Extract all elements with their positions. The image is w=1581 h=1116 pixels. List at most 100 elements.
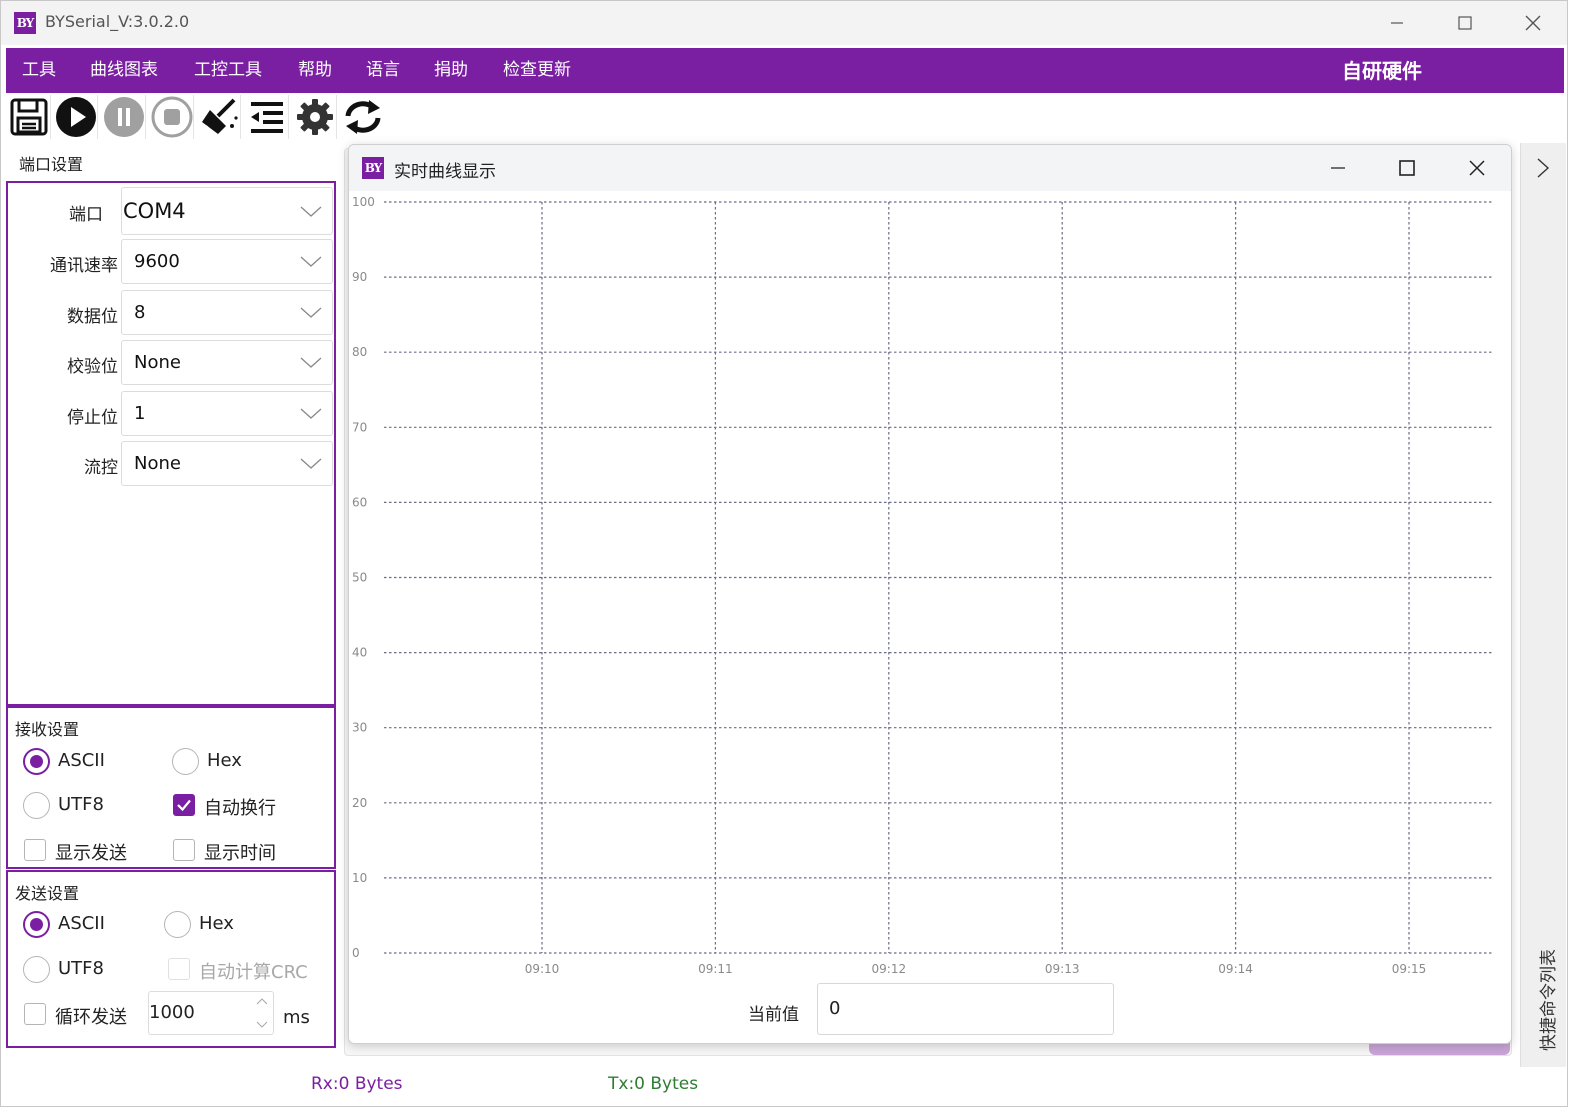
parity-select[interactable]: None [121,340,333,385]
menu-help[interactable]: 帮助 [298,48,332,93]
close-icon [1525,15,1541,31]
tx-counter: Tx:0 Bytes [608,1074,699,1094]
baud-rate-value: 9600 [134,251,180,272]
show-send-checkbox[interactable] [24,839,46,861]
refresh-icon [345,100,381,134]
app-logo: BY [14,12,36,34]
y-tick-label: 90 [352,270,367,284]
chart-window-title: 实时曲线显示 [394,162,496,182]
rx-counter: Rx:0 Bytes [311,1074,403,1094]
y-tick-label: 30 [352,721,367,735]
receive-settings-title: 接收设置 [15,720,80,739]
chevron-down-icon [300,408,322,419]
chart-close-button[interactable] [1443,145,1511,191]
x-tick-label: 09:10 [525,962,560,976]
spin-arrows-icon[interactable] [255,996,269,1030]
chevron-down-icon [300,307,322,318]
loop-send-label: 循环发送 [55,1007,127,1028]
minimize-icon [1331,167,1345,169]
stop-bits-select[interactable]: 1 [121,391,333,436]
y-tick-label: 0 [352,946,360,960]
loop-interval-value: 1000 [149,1002,195,1023]
receive-settings-panel: 接收设置 ASCII Hex UTF8 自动换行 显示发送 显示时间 [6,706,336,869]
indent-icon [250,102,283,133]
loop-send-checkbox[interactable] [24,1003,46,1025]
chart-minimize-button[interactable] [1304,145,1372,191]
indent-button[interactable] [245,95,289,139]
menu-industrial-tools[interactable]: 工控工具 [194,48,262,93]
stop-bits-value: 1 [134,403,146,424]
start-button[interactable] [54,95,98,139]
auto-crc-label: 自动计算CRC [199,962,308,983]
save-icon [10,98,47,136]
pause-icon [103,97,144,137]
close-button[interactable] [1499,1,1567,45]
data-bits-label: 数据位 [67,307,118,327]
receive-hex-label: Hex [207,750,242,771]
chevron-down-icon [300,206,322,217]
realtime-chart[interactable]: 0 10 20 30 40 50 60 70 80 90 100 09:10 09:11 09:12 09:… [349,191,1511,981]
send-ascii-radio[interactable] [23,911,50,938]
chevron-down-icon [300,357,322,368]
menu-bar: 工具 曲线图表 工控工具 帮助 语言 捐助 检查更新 自研硬件 [6,48,1564,93]
app-title: BYSerial_V:3.0.2.0 [45,12,190,31]
y-tick-label: 20 [352,796,367,810]
pause-button[interactable] [102,95,146,139]
data-bits-select[interactable]: 8 [121,290,333,335]
send-hex-label: Hex [199,913,234,934]
quick-command-panel[interactable]: 快捷命令列表 [1520,143,1566,1067]
current-value-field[interactable]: 0 [817,983,1114,1035]
menu-language[interactable]: 语言 [366,48,400,93]
minimize-icon [1391,22,1403,24]
parity-label: 校验位 [67,357,118,377]
minimize-button[interactable] [1363,1,1431,45]
menu-donate[interactable]: 捐助 [434,48,468,93]
y-tick-label: 100 [352,195,375,209]
show-time-checkbox[interactable] [173,839,195,861]
maximize-button[interactable] [1431,1,1499,45]
stop-bits-label: 停止位 [67,408,118,428]
x-tick-label: 09:13 [1045,962,1080,976]
send-settings-title: 发送设置 [15,884,80,903]
receive-hex-radio[interactable] [172,748,199,775]
stop-icon [151,96,192,138]
chevron-right-icon[interactable] [1536,157,1550,179]
menu-check-update[interactable]: 检查更新 [503,48,571,93]
auto-wrap-label: 自动换行 [204,798,276,819]
send-hex-radio[interactable] [164,911,191,938]
port-select[interactable]: COM4 [121,187,333,235]
send-ascii-label: ASCII [58,913,105,934]
interval-unit-label: ms [283,1007,310,1028]
receive-ascii-radio[interactable] [23,748,50,775]
flow-control-select[interactable]: None [121,441,333,486]
brand-label[interactable]: 自研硬件 [1342,48,1422,93]
chart-logo: BY [362,157,384,179]
settings-button[interactable] [293,95,337,139]
save-button[interactable] [7,95,51,139]
receive-utf8-radio[interactable] [23,792,50,819]
chart-maximize-button[interactable] [1373,145,1441,191]
current-value-label: 当前值 [748,1005,799,1025]
clear-icon [201,98,238,134]
x-tick-label: 09:15 [1392,962,1427,976]
flow-control-label: 流控 [84,458,118,478]
port-value: COM4 [123,199,186,223]
send-utf8-radio[interactable] [23,956,50,983]
baud-rate-select[interactable]: 9600 [121,239,333,284]
refresh-button[interactable] [341,95,385,139]
data-bits-value: 8 [134,302,146,323]
flow-control-value: None [134,453,181,474]
menu-charts[interactable]: 曲线图表 [90,48,158,93]
x-tick-label: 09:11 [698,962,733,976]
auto-crc-checkbox[interactable] [168,958,190,980]
stop-button[interactable] [150,95,194,139]
x-tick-label: 09:12 [872,962,907,976]
checkmark-icon [177,799,191,812]
port-settings-panel: 端口 COM4 通讯速率 9600 数据位 8 校验位 None 停止位 1 流… [6,181,336,706]
chevron-down-icon [300,256,322,267]
chevron-down-icon [300,458,322,469]
menu-tools[interactable]: 工具 [22,48,56,93]
auto-wrap-checkbox[interactable] [173,794,195,816]
clear-button[interactable] [197,95,241,139]
loop-interval-input[interactable]: 1000 [148,991,274,1035]
